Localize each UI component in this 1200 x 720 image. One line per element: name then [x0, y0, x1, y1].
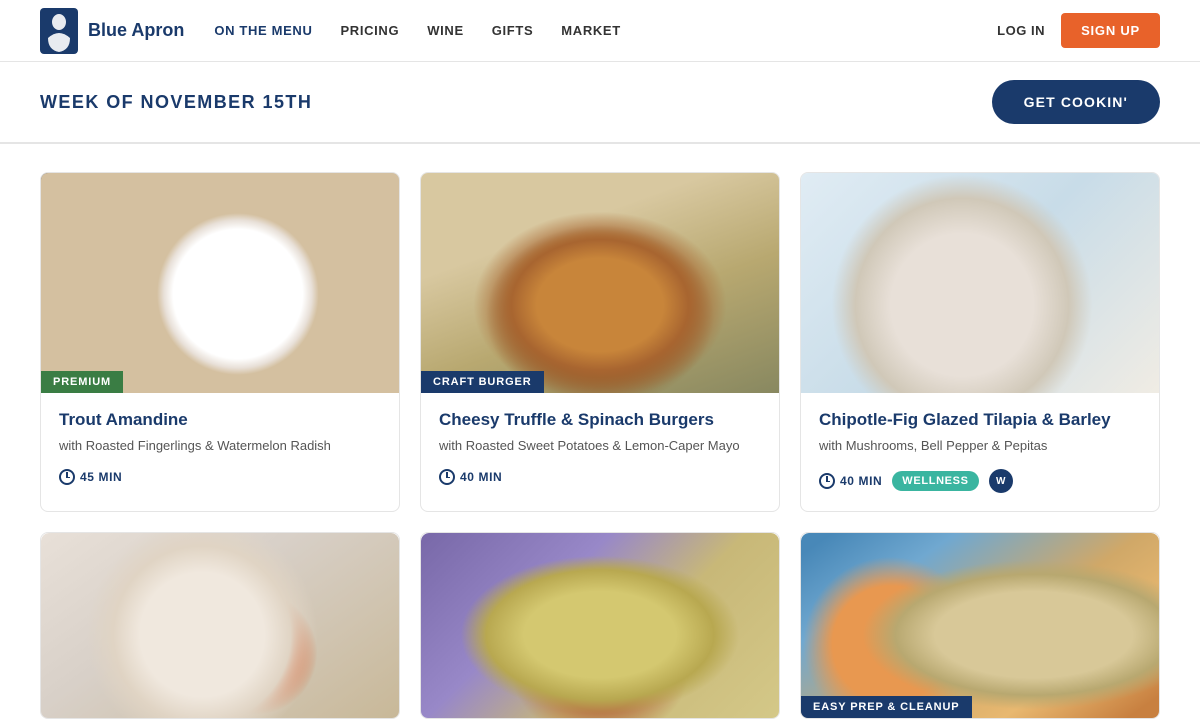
card-image-tacos: EASY PREP & CLEANUP	[801, 533, 1159, 718]
week-banner: WEEK OF NOVEMBER 15TH GET COOKIN'	[0, 62, 1200, 143]
recipe-grid-bottom: EASY PREP & CLEANUP	[0, 512, 1200, 719]
card-meta-trout: 45 MIN	[59, 469, 381, 485]
badge-craft: CRAFT BURGER	[421, 371, 544, 393]
card-body-burger: Cheesy Truffle & Spinach Burgers with Ro…	[421, 393, 779, 503]
time-badge-trout: 45 MIN	[59, 469, 122, 485]
recipe-title-tilapia: Chipotle-Fig Glazed Tilapia & Barley	[819, 409, 1141, 431]
clock-icon-tilapia	[819, 473, 835, 489]
nav-links: ON THE MENU PRICING WINE GIFTS MARKET	[214, 23, 997, 38]
nav-actions: LOG IN SIGN UP	[997, 13, 1160, 48]
week-title: WEEK OF NOVEMBER 15TH	[40, 92, 312, 113]
get-cookin-button[interactable]: GET COOKIN'	[992, 80, 1160, 124]
recipe-card-trout[interactable]: PREMIUM Trout Amandine with Roasted Fing…	[40, 172, 400, 512]
recipe-card-chicken[interactable]	[40, 532, 400, 719]
time-badge-burger: 40 MIN	[439, 469, 502, 485]
nav-wine[interactable]: WINE	[427, 23, 464, 38]
recipe-title-burger: Cheesy Truffle & Spinach Burgers	[439, 409, 761, 431]
badge-premium: PREMIUM	[41, 371, 123, 393]
card-image-tilapia	[801, 173, 1159, 393]
clock-icon-burger	[439, 469, 455, 485]
time-label-tilapia: 40 MIN	[840, 474, 882, 488]
recipe-card-tilapia[interactable]: Chipotle-Fig Glazed Tilapia & Barley wit…	[800, 172, 1160, 512]
time-label-burger: 40 MIN	[460, 470, 502, 484]
recipe-card-tacos[interactable]: EASY PREP & CLEANUP	[800, 532, 1160, 719]
logo-icon	[40, 8, 78, 54]
recipe-card-burger[interactable]: CRAFT BURGER Cheesy Truffle & Spinach Bu…	[420, 172, 780, 512]
recipe-subtitle-trout: with Roasted Fingerlings & Watermelon Ra…	[59, 437, 381, 455]
card-meta-tilapia: 40 MIN WELLNESS W	[819, 469, 1141, 493]
recipe-card-pork[interactable]	[420, 532, 780, 719]
ww-badge: W	[989, 469, 1013, 493]
logo[interactable]: Blue Apron	[40, 8, 184, 54]
recipe-subtitle-tilapia: with Mushrooms, Bell Pepper & Pepitas	[819, 437, 1141, 455]
recipe-grid-top: PREMIUM Trout Amandine with Roasted Fing…	[0, 144, 1200, 512]
navbar: Blue Apron ON THE MENU PRICING WINE GIFT…	[0, 0, 1200, 62]
card-image-trout: PREMIUM	[41, 173, 399, 393]
card-meta-burger: 40 MIN	[439, 469, 761, 485]
card-image-burger: CRAFT BURGER	[421, 173, 779, 393]
signup-button[interactable]: SIGN UP	[1061, 13, 1160, 48]
login-link[interactable]: LOG IN	[997, 23, 1045, 38]
nav-market[interactable]: MARKET	[561, 23, 621, 38]
clock-icon-trout	[59, 469, 75, 485]
brand-name: Blue Apron	[88, 21, 184, 41]
card-body-trout: Trout Amandine with Roasted Fingerlings …	[41, 393, 399, 503]
nav-on-the-menu[interactable]: ON THE MENU	[214, 23, 312, 38]
card-body-tilapia: Chipotle-Fig Glazed Tilapia & Barley wit…	[801, 393, 1159, 511]
nav-pricing[interactable]: PRICING	[340, 23, 399, 38]
recipe-subtitle-burger: with Roasted Sweet Potatoes & Lemon-Cape…	[439, 437, 761, 455]
nav-gifts[interactable]: GIFTS	[492, 23, 534, 38]
wellness-badge: WELLNESS	[892, 471, 978, 491]
recipe-title-trout: Trout Amandine	[59, 409, 381, 431]
time-label-trout: 45 MIN	[80, 470, 122, 484]
card-image-pork	[421, 533, 779, 718]
badge-easy: EASY PREP & CLEANUP	[801, 696, 972, 718]
time-badge-tilapia: 40 MIN	[819, 473, 882, 489]
card-image-chicken	[41, 533, 399, 718]
